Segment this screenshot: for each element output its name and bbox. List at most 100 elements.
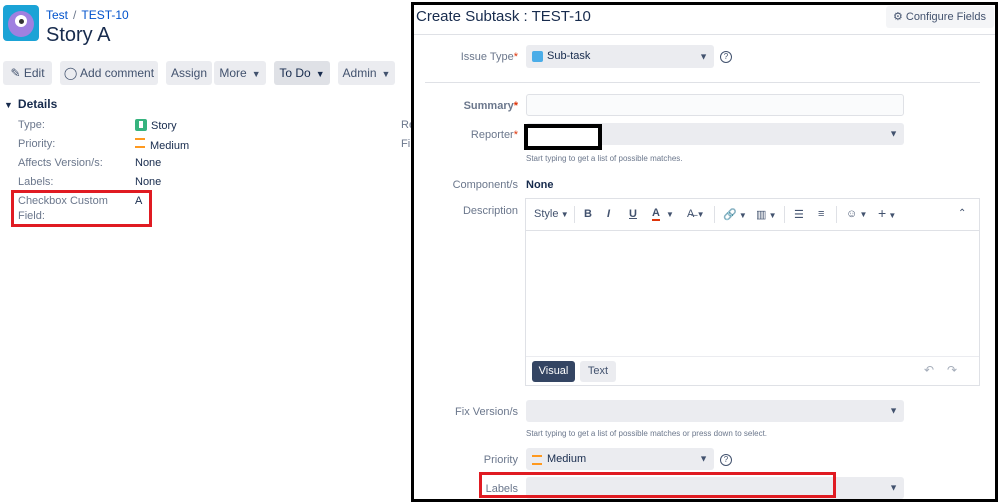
priority-value-text: Medium (150, 140, 190, 152)
chevron-down-icon: ▼ (4, 100, 13, 110)
more-label: More (219, 66, 247, 80)
italic-icon[interactable]: I (607, 208, 610, 220)
redo-icon[interactable]: ↷ (947, 363, 957, 377)
description-editor[interactable]: Style ▼ B I U A ▼ A̶ ▼ 🔗 ▼ ▥ ▼ ☰ ≡ ☺ ▼ +… (525, 198, 980, 386)
chevron-down-icon: ▼ (699, 453, 708, 464)
chevron-down-icon: ▼ (889, 482, 898, 493)
emoji-icon[interactable]: ☺ ▼ (846, 208, 867, 220)
chevron-down-icon: ▼ (381, 69, 391, 79)
pencil-icon: ✎ (10, 66, 21, 80)
chevron-down-icon[interactable]: ▼ (666, 210, 674, 219)
issue-type-label-text: Issue Type (460, 51, 514, 63)
toolbar-divider (836, 206, 837, 223)
toolbar-divider (714, 206, 715, 223)
more-button[interactable]: More ▼ (214, 61, 266, 85)
add-comment-label: Add comment (80, 66, 155, 80)
bold-icon[interactable]: B (584, 208, 592, 220)
summary-input[interactable] (526, 94, 904, 116)
status-button[interactable]: To Do ▼ (274, 61, 330, 85)
chevron-down-icon: ▼ (251, 69, 261, 79)
edit-button[interactable]: ✎ Edit (3, 61, 52, 85)
required-asterisk: * (513, 51, 518, 63)
summary-label-text: Summary (463, 100, 514, 112)
redaction-box (524, 124, 602, 150)
visual-tab[interactable]: Visual (532, 361, 575, 382)
component-label: Component/s (452, 179, 518, 191)
underline-icon[interactable]: U (629, 208, 637, 220)
summary-label: Summary* (464, 100, 518, 112)
details-heading: Details (17, 97, 58, 111)
style-dropdown[interactable]: Style ▼ (534, 208, 569, 220)
numbered-list-icon[interactable]: ≡ (818, 208, 824, 220)
breadcrumb-separator: / (73, 8, 77, 22)
reporter-label: Reporter* (471, 129, 518, 141)
description-textarea[interactable] (526, 231, 979, 356)
breadcrumb-issue-link[interactable]: TEST-10 (81, 8, 128, 22)
priority-medium-icon (532, 455, 542, 465)
toolbar-divider (784, 206, 785, 223)
project-avatar[interactable] (3, 5, 39, 41)
link-icon[interactable]: 🔗 ▼ (723, 208, 747, 221)
affects-version-value: None (135, 157, 162, 169)
chevron-down-icon: ▼ (889, 405, 898, 416)
attachment-icon[interactable]: ▥ ▼ (756, 208, 777, 221)
issue-type-value: Sub-task (547, 50, 591, 62)
component-value: None (526, 179, 554, 191)
create-subtask-dialog: Create Subtask : TEST-10 ⚙ Configure Fiel… (411, 2, 998, 502)
priority-select-value: Medium (547, 453, 587, 465)
text-color-icon[interactable]: A (652, 208, 660, 221)
reporter-label-text: Reporter (470, 129, 514, 141)
insert-more-icon[interactable]: + ▼ (878, 205, 896, 221)
edit-button-label: Edit (23, 66, 45, 80)
help-icon[interactable]: ? (720, 51, 732, 63)
issue-type-select[interactable]: Sub-task ▼ (526, 45, 714, 68)
priority-label: Priority: (18, 138, 56, 150)
admin-label: Admin (342, 66, 377, 80)
bullet-list-icon[interactable]: ☰ (794, 208, 804, 221)
highlight-box (479, 472, 836, 498)
priority-label: Priority (483, 454, 518, 466)
add-comment-button[interactable]: ◯ Add comment (60, 61, 158, 85)
breadcrumb: Test / TEST-10 (46, 8, 129, 22)
highlight-box (11, 190, 152, 227)
configure-fields-button[interactable]: ⚙ Configure Fields (886, 6, 994, 28)
type-label: Type: (18, 119, 45, 131)
more-formatting-icon[interactable]: A̶ ▼ (687, 208, 704, 220)
story-icon (135, 119, 147, 131)
priority-medium-icon (135, 138, 145, 148)
chevron-down-icon: ▼ (315, 69, 325, 79)
priority-select[interactable]: Medium ▼ (526, 448, 714, 470)
breadcrumb-project-link[interactable]: Test (46, 8, 68, 22)
help-icon[interactable]: ? (720, 454, 732, 466)
required-asterisk: * (513, 129, 518, 141)
editor-mode-bar: Visual Text ↶ ↷ (526, 356, 979, 385)
divider (414, 34, 995, 35)
comment-icon: ◯ (63, 66, 78, 80)
chevron-down-icon: ▼ (889, 128, 898, 139)
editor-toolbar: Style ▼ B I U A ▼ A̶ ▼ 🔗 ▼ ▥ ▼ ☰ ≡ ☺ ▼ +… (526, 199, 979, 231)
assign-button[interactable]: Assign (166, 61, 212, 85)
issue-title[interactable]: Story A (46, 24, 110, 47)
fix-version-label: Fix Version/s (455, 406, 518, 418)
undo-icon[interactable]: ↶ (924, 363, 934, 377)
details-section-toggle[interactable]: ▼ Details (4, 97, 57, 111)
text-tab[interactable]: Text (580, 361, 616, 382)
subtask-icon (532, 51, 543, 62)
description-label: Description (462, 205, 518, 217)
chevron-down-icon: ▼ (699, 51, 708, 61)
priority-value: Medium (135, 138, 189, 152)
required-asterisk: * (513, 100, 518, 112)
status-label: To Do (279, 66, 311, 80)
fix-version-select[interactable]: ▼ (526, 400, 904, 422)
toolbar-divider (574, 206, 575, 223)
type-value-text: Story (151, 120, 177, 132)
dialog-title: Create Subtask : TEST-10 (416, 8, 591, 25)
affects-version-label: Affects Version/s: (18, 157, 103, 169)
configure-fields-label: Configure Fields (905, 11, 986, 23)
right-column-label: Fi (401, 138, 411, 150)
labels-value: None (135, 176, 162, 188)
reporter-hint: Start typing to get a list of possible m… (526, 154, 683, 163)
collapse-toolbar-icon[interactable]: ⌃ (958, 208, 966, 219)
assign-label: Assign (170, 66, 208, 80)
admin-button[interactable]: Admin ▼ (338, 61, 395, 85)
